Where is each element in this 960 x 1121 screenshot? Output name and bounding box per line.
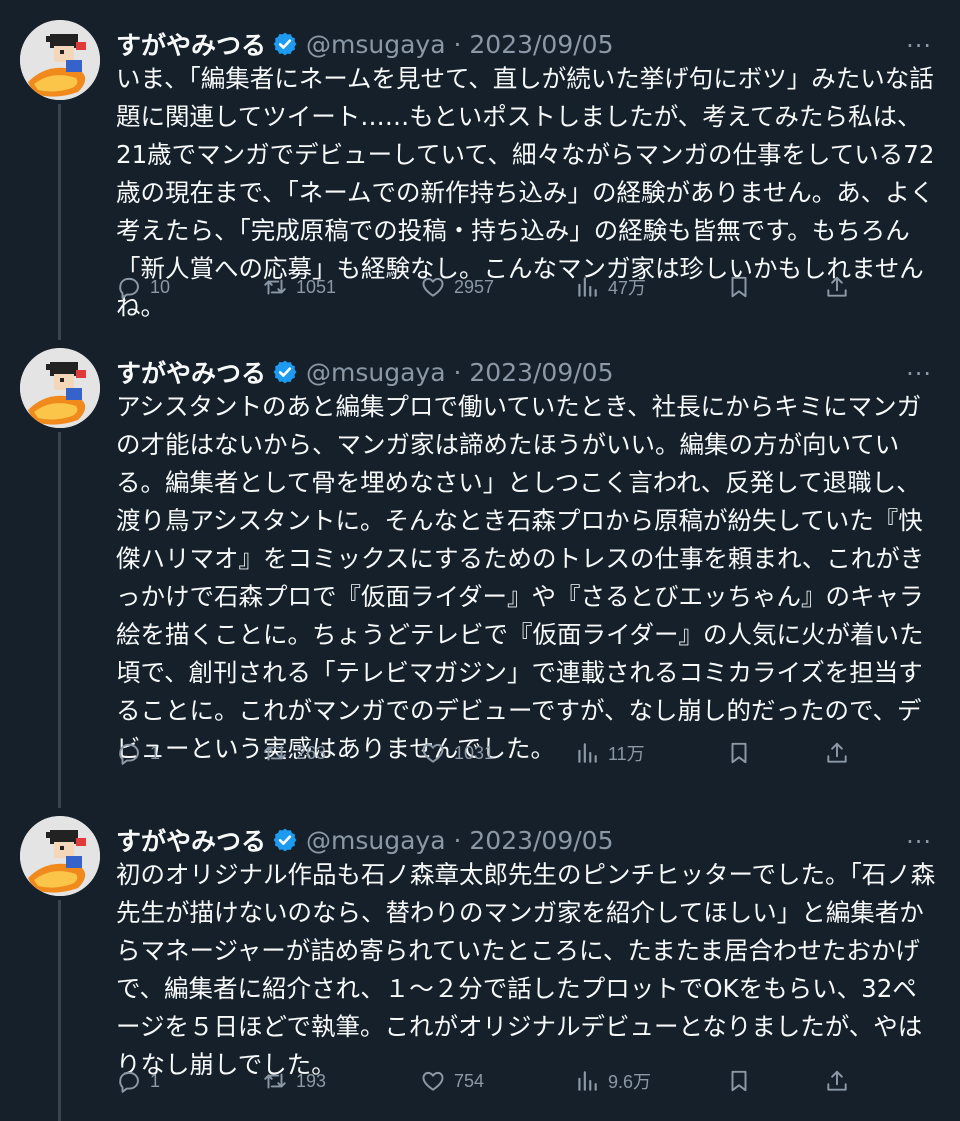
like-count: 1031 [454, 742, 495, 763]
views-button[interactable]: 11万 [574, 740, 645, 766]
reply-count: 10 [150, 276, 171, 297]
repost-icon [264, 279, 286, 295]
repost-icon [264, 1073, 286, 1089]
avatar[interactable] [20, 348, 100, 428]
like-count: 754 [454, 1070, 485, 1091]
share-button[interactable] [824, 1068, 858, 1094]
display-name[interactable]: すがやみつる [116, 26, 266, 62]
thread-line [58, 432, 61, 808]
heart-icon [422, 277, 444, 297]
share-icon [827, 276, 847, 297]
analytics-icon [578, 277, 597, 297]
thread-line [58, 900, 61, 1121]
like-count: 2957 [454, 276, 495, 297]
repost-button[interactable]: 193 [262, 1068, 326, 1094]
share-icon [827, 1070, 847, 1091]
action-bar: 10 1051 2957 47万 [116, 274, 856, 310]
thread-line [58, 104, 61, 340]
handle-and-date[interactable]: @msugaya · 2023/09/05 [306, 826, 613, 855]
reply-button[interactable]: 1 [116, 740, 160, 766]
display-name[interactable]: すがやみつる [116, 354, 266, 390]
share-button[interactable] [824, 740, 858, 766]
bookmark-icon [731, 742, 747, 764]
repost-icon [264, 745, 286, 761]
verified-badge-icon [272, 31, 298, 57]
bookmark-button[interactable] [726, 1068, 760, 1094]
tweet-text: 初のオリジナル作品も石ノ森章太郎先生のピンチヒッターでした。「石ノ森先生が描けな… [116, 860, 936, 1079]
heart-icon [422, 1071, 444, 1091]
heart-icon [422, 743, 444, 763]
more-options-icon[interactable]: ··· [906, 32, 932, 60]
view-count: 9.6万 [608, 1072, 652, 1092]
bookmark-icon [731, 1070, 747, 1092]
repost-button[interactable]: 263 [262, 740, 326, 766]
avatar[interactable] [20, 20, 100, 100]
handle-and-date[interactable]: @msugaya · 2023/09/05 [306, 358, 613, 387]
analytics-icon [578, 743, 597, 763]
repost-count: 193 [296, 1070, 327, 1091]
analytics-icon [578, 1071, 597, 1091]
share-button[interactable] [824, 274, 858, 300]
avatar[interactable] [20, 816, 100, 896]
handle-and-date[interactable]: @msugaya · 2023/09/05 [306, 30, 613, 59]
share-icon [827, 742, 847, 763]
like-button[interactable]: 754 [420, 1068, 484, 1094]
reply-count: 1 [150, 742, 161, 763]
more-options-icon[interactable]: ··· [906, 828, 932, 856]
repost-count: 263 [296, 742, 327, 763]
verified-badge-icon [272, 827, 298, 853]
verified-badge-icon [272, 359, 298, 385]
tweet-text: アシスタントのあと編集プロで働いていたとき、社長にからキミにマンガの才能はないか… [116, 392, 925, 763]
repost-count: 1051 [296, 276, 337, 297]
repost-button[interactable]: 1051 [262, 274, 336, 300]
reply-button[interactable]: 10 [116, 274, 170, 300]
reply-icon [119, 1071, 139, 1093]
bookmark-button[interactable] [726, 740, 760, 766]
like-button[interactable]: 1031 [420, 740, 494, 766]
more-options-icon[interactable]: ··· [906, 360, 932, 388]
display-name[interactable]: すがやみつる [116, 822, 266, 858]
view-count: 11万 [608, 744, 645, 764]
reply-icon [119, 743, 139, 765]
action-bar: 1 193 754 9.6万 [116, 1068, 856, 1104]
view-count: 47万 [608, 278, 647, 298]
bookmark-icon [731, 276, 747, 298]
like-button[interactable]: 2957 [420, 274, 494, 300]
views-button[interactable]: 47万 [574, 274, 646, 300]
reply-icon [119, 277, 139, 299]
bookmark-button[interactable] [726, 274, 760, 300]
reply-button[interactable]: 1 [116, 1068, 160, 1094]
views-button[interactable]: 9.6万 [574, 1068, 651, 1094]
reply-count: 1 [150, 1070, 161, 1091]
action-bar: 1 263 1031 11万 [116, 740, 856, 776]
